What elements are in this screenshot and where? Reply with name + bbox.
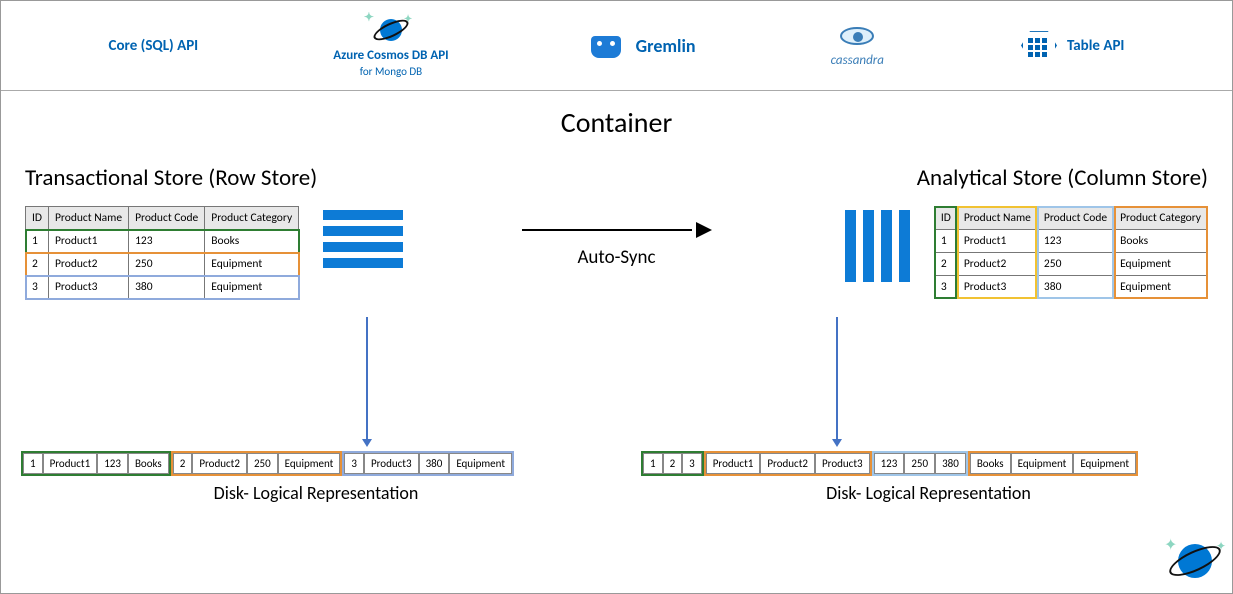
table-hex-icon xyxy=(1019,28,1059,64)
disk-col-group: Product1 Product2 Product3 xyxy=(704,451,872,476)
api-gremlin: Gremlin xyxy=(584,30,696,62)
disk-label-right: Disk- Logical Representation xyxy=(641,482,1216,504)
table-header-row: ID Product Name Product Code Product Cat… xyxy=(934,207,1207,230)
transactional-store-title: Transactional Store (Row Store) xyxy=(25,164,507,192)
table-row: 2 Product2 250 Equipment xyxy=(934,253,1207,276)
disk-row-group: 1 Product1 123 Books xyxy=(21,451,171,476)
disk-strip-row: 1 Product1 123 Books 2 Product2 250 Equi… xyxy=(21,451,611,504)
api-cassandra-label: cassandra xyxy=(831,53,884,68)
disk-col-group: 123 250 380 xyxy=(872,451,968,476)
col-name: Product Name xyxy=(48,207,128,230)
col-id: ID xyxy=(934,207,957,230)
sync-arrow-column: Auto-Sync xyxy=(517,220,717,269)
row-store-glyph-icon xyxy=(323,210,403,268)
api-table-label: Table API xyxy=(1067,37,1124,55)
disk-col-group: Books Equipment Equipment xyxy=(968,451,1138,476)
sync-arrow-icon xyxy=(522,220,712,240)
api-strip: Core (SQL) API ✦ ✦ Azure Cosmos DB API f… xyxy=(1,1,1232,91)
col-code: Product Code xyxy=(1037,207,1113,230)
analytical-store-title: Analytical Store (Column Store) xyxy=(727,164,1209,192)
stores-row: Transactional Store (Row Store) ID Produ… xyxy=(1,164,1232,299)
api-table: Table API xyxy=(1019,28,1124,64)
table-row: 3 Product3 380 Equipment xyxy=(26,276,299,299)
col-id: ID xyxy=(26,207,49,230)
analytical-store: Analytical Store (Column Store) ID Produ… xyxy=(727,164,1209,299)
api-mongo: ✦ ✦ Azure Cosmos DB API for Mongo DB xyxy=(333,14,448,78)
cosmos-planet-icon: ✦ ✦ xyxy=(370,14,412,46)
column-store-glyph-icon xyxy=(845,210,910,282)
table-header-row: ID Product Name Product Code Product Cat… xyxy=(26,207,299,230)
container-title: Container xyxy=(1,105,1232,140)
cassandra-eye-icon xyxy=(834,23,880,51)
cosmos-planet-decor-icon: ✦ ✦ xyxy=(1164,537,1226,587)
disk-row-group: 2 Product2 250 Equipment xyxy=(171,451,343,476)
api-mongo-line1: Azure Cosmos DB API xyxy=(333,48,448,63)
disk-label-left: Disk- Logical Representation xyxy=(21,482,611,504)
sync-label: Auto-Sync xyxy=(577,246,655,269)
api-core-sql: Core (SQL) API xyxy=(109,37,199,55)
diagram-frame: Core (SQL) API ✦ ✦ Azure Cosmos DB API f… xyxy=(0,0,1233,594)
col-cat: Product Category xyxy=(205,207,299,230)
col-name: Product Name xyxy=(957,207,1037,230)
gremlin-icon xyxy=(584,30,628,62)
disk-strip-column: 1 2 3 Product1 Product2 Product3 123 250… xyxy=(641,451,1216,504)
table-row: 1 Product1 123 Books xyxy=(26,230,299,253)
column-store-table: ID Product Name Product Code Product Cat… xyxy=(934,206,1208,299)
table-row: 3 Product3 380 Equipment xyxy=(934,276,1207,299)
col-code: Product Code xyxy=(129,207,205,230)
disk-row-group: 3 Product3 380 Equipment xyxy=(342,451,514,476)
api-gremlin-label: Gremlin xyxy=(636,35,696,57)
table-row: 2 Product2 250 Equipment xyxy=(26,253,299,276)
table-row: 1 Product1 123 Books xyxy=(934,230,1207,253)
col-cat: Product Category xyxy=(1114,207,1208,230)
row-store-table: ID Product Name Product Code Product Cat… xyxy=(25,206,299,299)
disk-col-group: 1 2 3 xyxy=(641,451,704,476)
api-mongo-line2: for Mongo DB xyxy=(360,65,422,78)
api-core-label: Core (SQL) API xyxy=(109,37,199,55)
transactional-store: Transactional Store (Row Store) ID Produ… xyxy=(25,164,507,299)
api-cassandra: cassandra xyxy=(831,23,884,68)
